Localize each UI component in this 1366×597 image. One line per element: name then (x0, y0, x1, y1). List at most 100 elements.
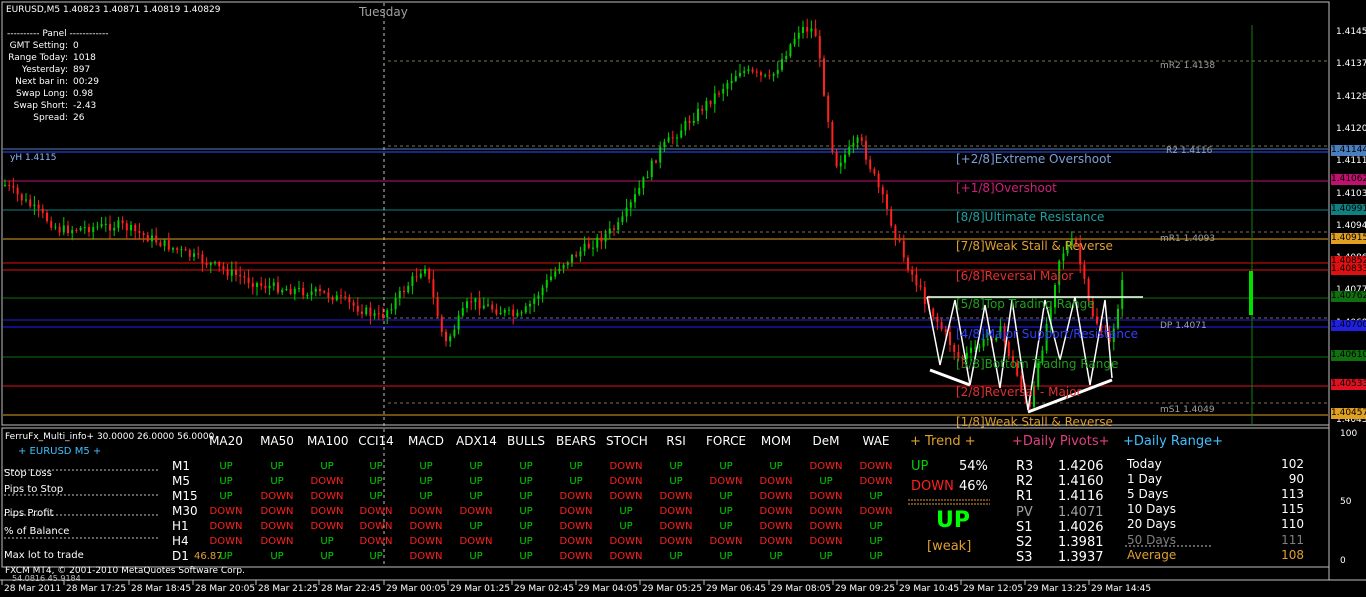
candle-body (827, 95, 830, 122)
pivot-name: R1 (1016, 489, 1034, 505)
pivots-title: +Daily Pivots+ (1012, 434, 1110, 449)
candle-body (953, 344, 956, 352)
range-name: 1 Day (1127, 472, 1163, 487)
range-value: 108 (1281, 547, 1304, 562)
candle-body (201, 254, 204, 264)
candle-body (688, 120, 691, 123)
signal-cell: DOWN (310, 476, 344, 487)
pivot-name: PV (1016, 504, 1033, 520)
candle-body (533, 298, 536, 304)
signal-cell: DOWN (759, 521, 793, 532)
daily-pivots-panel: +Daily Pivots+ R3 1.4206 R2 1.4160 R1 1.4116 P… (1008, 432, 1120, 567)
price-tick: 1.41285 (1336, 91, 1366, 102)
indicator-header: FORCE (706, 434, 747, 448)
candle-body (592, 247, 594, 249)
candle-body (167, 240, 170, 250)
murrey-label: [5/8]Top Trading Range (956, 297, 1095, 311)
signal-cell: DOWN (809, 491, 843, 502)
candle-body (323, 291, 326, 293)
signal-cell: UP (270, 461, 284, 472)
signal-cell: DOWN (209, 521, 243, 532)
candle-body (407, 285, 410, 293)
candle-body (613, 228, 615, 230)
candle-body (516, 312, 519, 316)
candle-body (218, 262, 221, 267)
candle-body (12, 185, 15, 188)
range-value: 111 (1281, 532, 1304, 547)
candle-body (583, 243, 586, 252)
candle-body (932, 308, 935, 317)
candle-body (701, 108, 704, 111)
candle-body (621, 216, 624, 223)
signal-cell: UP (869, 536, 883, 547)
candle-body (831, 121, 834, 152)
candle-body (587, 243, 590, 248)
signal-cell: UP (419, 461, 433, 472)
candle-body (911, 270, 914, 275)
candle-body (46, 212, 48, 222)
pivot-value: 1.4071 (1058, 504, 1104, 520)
candle-body (356, 305, 359, 312)
candle-body (289, 289, 292, 294)
candle-body (172, 248, 174, 250)
candle-body (54, 226, 57, 228)
signal-cell: UP (469, 551, 483, 562)
candle-body (340, 295, 342, 297)
trend-title: + Trend + (910, 434, 976, 449)
candle-body (886, 194, 888, 210)
candle-body (659, 147, 662, 163)
candle-body (205, 263, 208, 265)
timeframe-label: M1 (172, 459, 190, 473)
candle-body (881, 187, 884, 195)
candle-body (214, 262, 216, 264)
candle-body (617, 222, 620, 230)
risk-label: Stop Loss (4, 468, 52, 479)
candle-body (222, 266, 225, 270)
candle-body (281, 289, 284, 293)
oscillator-tick: 100 (1340, 429, 1358, 439)
pivot-dp-label: DP 1.4071 (1160, 321, 1207, 331)
risk-label: % of Balance (4, 526, 70, 537)
candle-body (155, 235, 158, 243)
signal-cell: DOWN (359, 521, 393, 532)
candle-body (8, 184, 11, 186)
candle-body (390, 309, 393, 311)
subwindow-pair: + EURUSD M5 + (18, 446, 102, 457)
candle-body (335, 295, 338, 301)
signal-cell: UP (569, 476, 583, 487)
candle-body (629, 202, 632, 208)
candle-body (109, 223, 111, 231)
candle-body (524, 306, 527, 313)
candle-body (671, 137, 674, 139)
candle-body (419, 273, 422, 278)
candle-body (256, 283, 258, 287)
candle-body (902, 240, 905, 258)
panel-row-label: Swap Short: (13, 101, 68, 111)
candle-body (344, 296, 347, 298)
candle-body (117, 220, 120, 228)
murrey-label: [8/8]Ultimate Resistance (956, 210, 1105, 224)
candle-body (193, 253, 195, 257)
signal-cell: UP (669, 551, 683, 562)
candle-body (83, 227, 86, 229)
pivot-value: 1.4026 (1058, 519, 1104, 535)
candle-body (865, 140, 867, 160)
signal-cell: UP (519, 461, 533, 472)
candle-body (88, 227, 90, 233)
signal-cell: DOWN (209, 536, 243, 547)
signal-cell: DOWN (260, 506, 294, 517)
signal-cell: DOWN (310, 506, 344, 517)
candle-body (604, 233, 607, 242)
candle-body (302, 287, 305, 296)
candle-body (327, 292, 330, 298)
date-tick: 29 Mar 00:05 (386, 584, 447, 594)
candle-body (352, 302, 355, 306)
signal-cell: DOWN (409, 536, 443, 547)
candle-body (235, 269, 237, 275)
risk-label: Max lot to trade (4, 550, 84, 561)
candle-body (835, 151, 838, 167)
range-name: 20 Days (1127, 517, 1177, 532)
signal-cell: DOWN (260, 536, 294, 547)
signal-cell: DOWN (709, 476, 743, 487)
candle-body (449, 336, 452, 342)
